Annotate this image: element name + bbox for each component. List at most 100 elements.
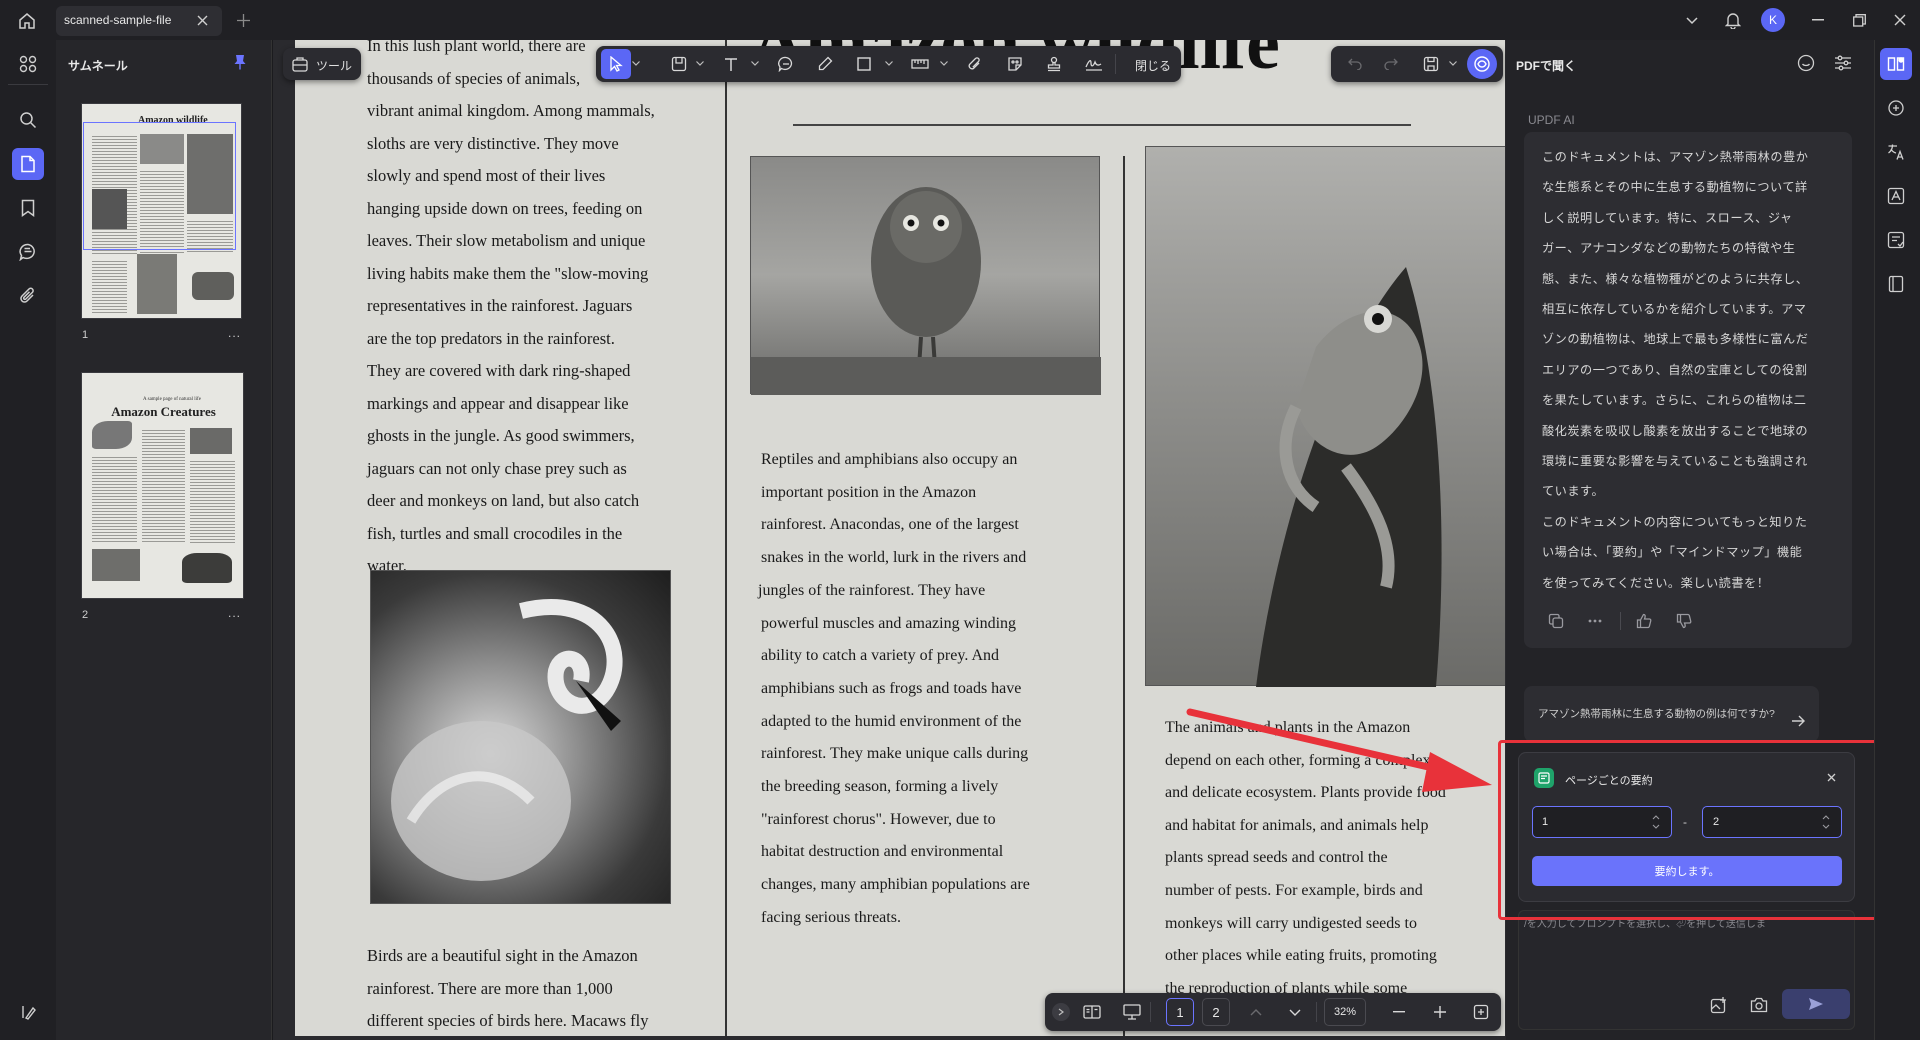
page-thumbnail-2[interactable]: A sample page of natural life Amazon Cre… <box>81 372 244 599</box>
text-line: hanging upside down on trees, feeding on <box>367 198 643 218</box>
minimize-icon[interactable] <box>1808 10 1828 30</box>
fit-page-icon[interactable] <box>1471 1002 1491 1022</box>
save-icon[interactable] <box>1416 49 1446 79</box>
tools-icon[interactable] <box>290 54 310 74</box>
search-icon[interactable] <box>12 104 44 136</box>
chevron-down-icon[interactable] <box>939 58 949 68</box>
page-1-button[interactable]: 1 <box>1166 998 1194 1026</box>
apps-grid-icon[interactable] <box>12 48 44 80</box>
chevron-down-icon[interactable] <box>1286 1003 1304 1021</box>
thumbnail-page-number: 2 <box>82 609 89 621</box>
thumbs-up-icon[interactable] <box>1634 611 1654 631</box>
updf-ai-icon[interactable] <box>1467 49 1497 79</box>
text-line: jungles of the rainforest. They have <box>758 581 986 599</box>
column-rule <box>1123 156 1125 1036</box>
avatar[interactable]: K <box>1761 8 1785 32</box>
new-tab-icon[interactable] <box>234 11 252 29</box>
zoom-level[interactable]: 32% <box>1324 998 1366 1026</box>
page-thumbnail-1[interactable]: Amazon wildlife <box>81 103 242 319</box>
thumbnail-photo <box>192 272 234 300</box>
thumbnail-more-button[interactable]: ... <box>228 326 241 340</box>
pin-icon[interactable] <box>232 53 248 71</box>
chevron-down-icon[interactable] <box>750 58 760 68</box>
settings-sliders-icon[interactable] <box>1833 53 1853 73</box>
chat-pdf-icon[interactable] <box>1880 48 1912 80</box>
ocr-text-icon[interactable] <box>1884 184 1908 208</box>
collapse-toolbar-icon[interactable] <box>1052 1003 1070 1021</box>
thumbnail-kicker: A sample page of natural life <box>143 397 201 402</box>
presentation-icon[interactable] <box>1117 997 1147 1027</box>
copy-icon[interactable] <box>1546 611 1566 631</box>
ai-assistant-icon[interactable] <box>1884 96 1908 120</box>
highlighter-icon[interactable] <box>810 49 840 79</box>
thumbnail-text-lines <box>92 259 127 314</box>
text-line: jaguars can not only chase prey such as <box>367 458 627 478</box>
comment-icon[interactable] <box>771 49 801 79</box>
text-line: adapted to the humid environment of the <box>761 712 1022 730</box>
suggested-question-text: アマゾン熱帯雨林に生息する動物の例は何ですか? <box>1538 708 1775 720</box>
thumbnails-page-icon[interactable] <box>12 148 44 180</box>
sticker-icon[interactable] <box>1000 49 1030 79</box>
zoom-out-icon[interactable] <box>1390 1003 1408 1021</box>
chevron-down-icon[interactable] <box>695 58 705 68</box>
text-line: ability to catch a variety of prey. And <box>761 647 999 665</box>
redo-icon[interactable] <box>1376 49 1406 79</box>
close-window-icon[interactable] <box>1890 10 1910 30</box>
restore-window-icon[interactable] <box>1849 10 1869 30</box>
notification-bell-icon[interactable] <box>1722 9 1744 31</box>
select-arrow-icon[interactable] <box>601 49 631 79</box>
pdf-page[interactable]: Amazon wildlife In this lush plant world… <box>295 40 1505 1036</box>
page-properties-icon[interactable] <box>1884 272 1908 296</box>
frog-photo <box>1145 146 1505 687</box>
stamp-icon[interactable] <box>1039 49 1069 79</box>
attachment-icon[interactable] <box>960 49 990 79</box>
arrow-right-icon[interactable] <box>1789 712 1807 730</box>
thumbnail-more-button[interactable]: ... <box>228 606 241 620</box>
toolbar-divider <box>1115 54 1116 74</box>
close-edit-button[interactable]: 閉じる <box>1135 57 1171 74</box>
tools-label[interactable]: ツール <box>316 57 352 74</box>
zoom-in-icon[interactable] <box>1431 1003 1449 1021</box>
thumbnail-photo <box>190 428 232 454</box>
chevron-down-icon[interactable] <box>631 58 641 68</box>
edit-box-icon[interactable] <box>664 49 694 79</box>
page-layout-icon[interactable] <box>1077 997 1107 1027</box>
rectangle-shape-icon[interactable] <box>849 49 879 79</box>
thumbnail-photo <box>92 421 132 449</box>
close-tab-icon[interactable] <box>194 12 210 28</box>
translate-icon[interactable] <box>1884 140 1908 164</box>
attachment-icon[interactable] <box>12 280 44 312</box>
text-line: and habitat for animals, and animals hel… <box>1165 816 1429 834</box>
tab-title: scanned-sample-file <box>64 13 172 27</box>
ruler-measure-icon[interactable] <box>905 49 935 79</box>
comment-icon[interactable] <box>12 236 44 268</box>
rail-divider <box>8 84 48 85</box>
text-line: different species of birds here. Macaws … <box>367 1011 649 1030</box>
ai-message-line: エリアの一つであり、自然の宝庫としての役割 <box>1542 362 1808 377</box>
history-icon[interactable] <box>1796 53 1816 73</box>
signature-icon[interactable] <box>1079 49 1109 79</box>
chevron-down-icon[interactable] <box>1448 58 1458 68</box>
image-upload-icon[interactable] <box>1708 994 1730 1016</box>
screenshot-camera-icon[interactable] <box>1748 994 1770 1016</box>
chevron-up-icon[interactable] <box>1247 1003 1265 1021</box>
page-2-button[interactable]: 2 <box>1202 998 1230 1026</box>
bookmark-icon[interactable] <box>12 192 44 224</box>
text-line: number of pests. For example, birds and <box>1165 881 1423 899</box>
form-fields-icon[interactable] <box>1884 228 1908 252</box>
sidebar-toggle-icon[interactable] <box>12 996 44 1028</box>
ai-message-line: ガー、アナコンダなどの動物たちの特徴や生 <box>1542 241 1796 256</box>
undo-icon[interactable] <box>1340 49 1370 79</box>
thumbs-down-icon[interactable] <box>1674 611 1694 631</box>
send-button[interactable] <box>1782 989 1850 1019</box>
ai-message-line: 相互に依存しているかを紹介しています。アマ <box>1542 302 1807 317</box>
text-line: sloths are very distinctive. They move <box>367 133 619 153</box>
thumbnail-text-lines <box>142 428 185 543</box>
text-line: amphibians such as frogs and toads have <box>761 679 1022 697</box>
more-options-icon[interactable] <box>1585 611 1605 631</box>
chevron-down-icon[interactable] <box>884 58 894 68</box>
text-line: monkeys will carry undigested seeds to <box>1165 914 1417 932</box>
text-tool-icon[interactable] <box>716 49 746 79</box>
chevron-down-icon[interactable] <box>1682 11 1702 31</box>
home-icon[interactable] <box>14 8 40 34</box>
